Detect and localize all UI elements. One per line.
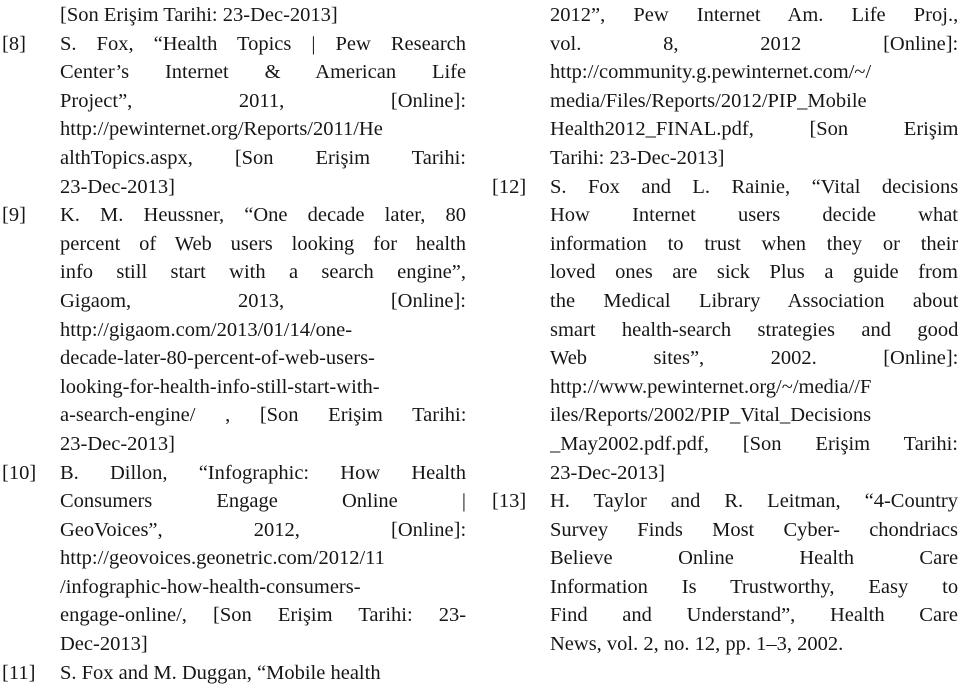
reference-line: Web sites”, 2002. [Online]: <box>550 347 958 370</box>
reference-text: K. M. Heussner, “One decade later, 80 per… <box>60 201 466 458</box>
reference-line: Tarihi: 23-Dec-2013] <box>550 146 725 169</box>
reference-line: Center’s Internet & American Life <box>60 61 466 84</box>
reference-line: Consumers Engage Online | <box>60 490 466 513</box>
reference-line: http://www.pewinternet.org/~/media//F <box>550 375 872 398</box>
reference-line: _May2002.pdf.pdf, [Son Erişim Tarihi: <box>550 432 958 455</box>
reference-number-label: [12] <box>492 175 527 198</box>
reference-number-label: [10] <box>2 461 37 484</box>
reference-line: Information Is Trustworthy, Easy to <box>550 575 958 598</box>
right-column: 2012”, Pew Internet Am. Life Proj., vol. … <box>480 1 960 690</box>
reference-text: S. Fox and M. Duggan, “Mobile health <box>60 659 466 688</box>
reference-line: decade-later-80-percent-of-web-users- <box>60 347 375 370</box>
reference-line: [Son Erişim Tarihi: 23-Dec-2013] <box>60 4 338 26</box>
reference-line: GeoVoices”, 2012, [Online]: <box>60 518 466 541</box>
reference-line: How Internet users decide what <box>550 204 958 227</box>
reference-line: http://geovoices.geonetric.com/2012/11 <box>60 547 385 570</box>
reference-text: [Son Erişim Tarihi: 23-Dec-2013] <box>60 1 466 30</box>
reference-line: vol. 8, 2012 [Online]: <box>550 32 958 55</box>
reference-line: the Medical Library Association about <box>550 289 958 312</box>
reference-number-label: [9] <box>2 204 26 227</box>
reference-text: H. Taylor and R. Leitman, “4-Country Surv… <box>550 487 958 659</box>
reference-line: loved ones are sick Plus a guide from <box>550 261 958 284</box>
reference-text: S. Fox, “Health Topics | Pew Research Cen… <box>60 30 466 202</box>
reference-line: Dec-2013] <box>60 633 148 656</box>
reference-line: engage-online/, [Son Erişim Tarihi: 23- <box>60 604 466 627</box>
reference-line: Survey Finds Most Cyber- chondriacs <box>550 518 958 541</box>
reference-line: info still start with a search engine”, <box>60 261 466 284</box>
reference-line: 2012”, Pew Internet Am. Life Proj., <box>550 4 958 26</box>
reference-line: Health2012_FINAL.pdf, [Son Erişim <box>550 118 958 141</box>
reference-line: 23-Dec-2013] <box>550 461 665 484</box>
reference-number-label: [11] <box>2 661 36 684</box>
reference-line: Project”, 2011, [Online]: <box>60 89 466 112</box>
reference-entry: [8] S. Fox, “Health Topics | Pew Research… <box>2 30 466 202</box>
reference-line: S. Fox and L. Rainie, “Vital decisions <box>550 175 958 198</box>
reference-line: http://gigaom.com/2013/01/14/one- <box>60 318 353 341</box>
reference-line: /infographic-how-health-consumers- <box>60 575 361 598</box>
reference-entry-continuation: 2012”, Pew Internet Am. Life Proj., vol. … <box>492 1 958 173</box>
reference-line: althTopics.aspx, [Son Erişim Tarihi: <box>60 146 466 169</box>
reference-entry: [11] S. Fox and M. Duggan, “Mobile health <box>2 659 466 688</box>
reference-line: a-search-engine/ , [Son Erişim Tarihi: <box>60 404 466 427</box>
reference-line: http://community.g.pewinternet.com/~/ <box>550 61 872 84</box>
reference-line: S. Fox, “Health Topics | Pew Research <box>60 32 466 55</box>
reference-text: 2012”, Pew Internet Am. Life Proj., vol. … <box>550 1 958 173</box>
reference-entry: [12] S. Fox and L. Rainie, “Vital decisio… <box>492 173 958 488</box>
references-page: [Son Erişim Tarihi: 23-Dec-2013] [8] S. Fo… <box>0 0 960 690</box>
left-column: [Son Erişim Tarihi: 23-Dec-2013] [8] S. Fo… <box>0 1 480 690</box>
reference-line: information to trust when they or their <box>550 232 958 255</box>
reference-line: 23-Dec-2013] <box>60 175 175 198</box>
two-column-layout: [Son Erişim Tarihi: 23-Dec-2013] [8] S. Fo… <box>0 0 960 690</box>
reference-line: News, vol. 2, no. 12, pp. 1–3, 2002. <box>550 633 844 656</box>
reference-line: B. Dillon, “Infographic: How Health <box>60 461 466 484</box>
reference-entry: [10] B. Dillon, “Infographic: How Health C… <box>2 459 466 659</box>
reference-text: S. Fox and L. Rainie, “Vital decisions Ho… <box>550 173 958 488</box>
reference-line: K. M. Heussner, “One decade later, 80 <box>60 204 466 227</box>
reference-text: B. Dillon, “Infographic: How Health Consu… <box>60 459 466 659</box>
reference-line: 23-Dec-2013] <box>60 432 175 455</box>
reference-line: percent of Web users looking for health <box>60 232 466 255</box>
reference-line: H. Taylor and R. Leitman, “4-Country <box>550 490 958 513</box>
reference-line: looking-for-health-info-still-start-with… <box>60 375 380 398</box>
reference-entry: [13] H. Taylor and R. Leitman, “4-Country… <box>492 487 958 659</box>
reference-line: media/Files/Reports/2012/PIP_Mobile <box>550 89 867 112</box>
reference-number-label: [8] <box>2 32 26 55</box>
reference-line: Believe Online Health Care <box>550 547 958 570</box>
reference-line: smart health-search strategies and good <box>550 318 958 341</box>
reference-line: Find and Understand”, Health Care <box>550 604 958 627</box>
reference-line: iles/Reports/2002/PIP_Vital_Decisions <box>550 404 872 427</box>
reference-number-label: [13] <box>492 490 527 513</box>
reference-entry-continuation: [Son Erişim Tarihi: 23-Dec-2013] <box>2 1 466 30</box>
reference-line: Gigaom, 2013, [Online]: <box>60 289 466 312</box>
reference-entry: [9] K. M. Heussner, “One decade later, 80… <box>2 201 466 458</box>
reference-line: http://pewinternet.org/Reports/2011/He <box>60 118 383 141</box>
reference-line: S. Fox and M. Duggan, “Mobile health <box>60 661 381 684</box>
